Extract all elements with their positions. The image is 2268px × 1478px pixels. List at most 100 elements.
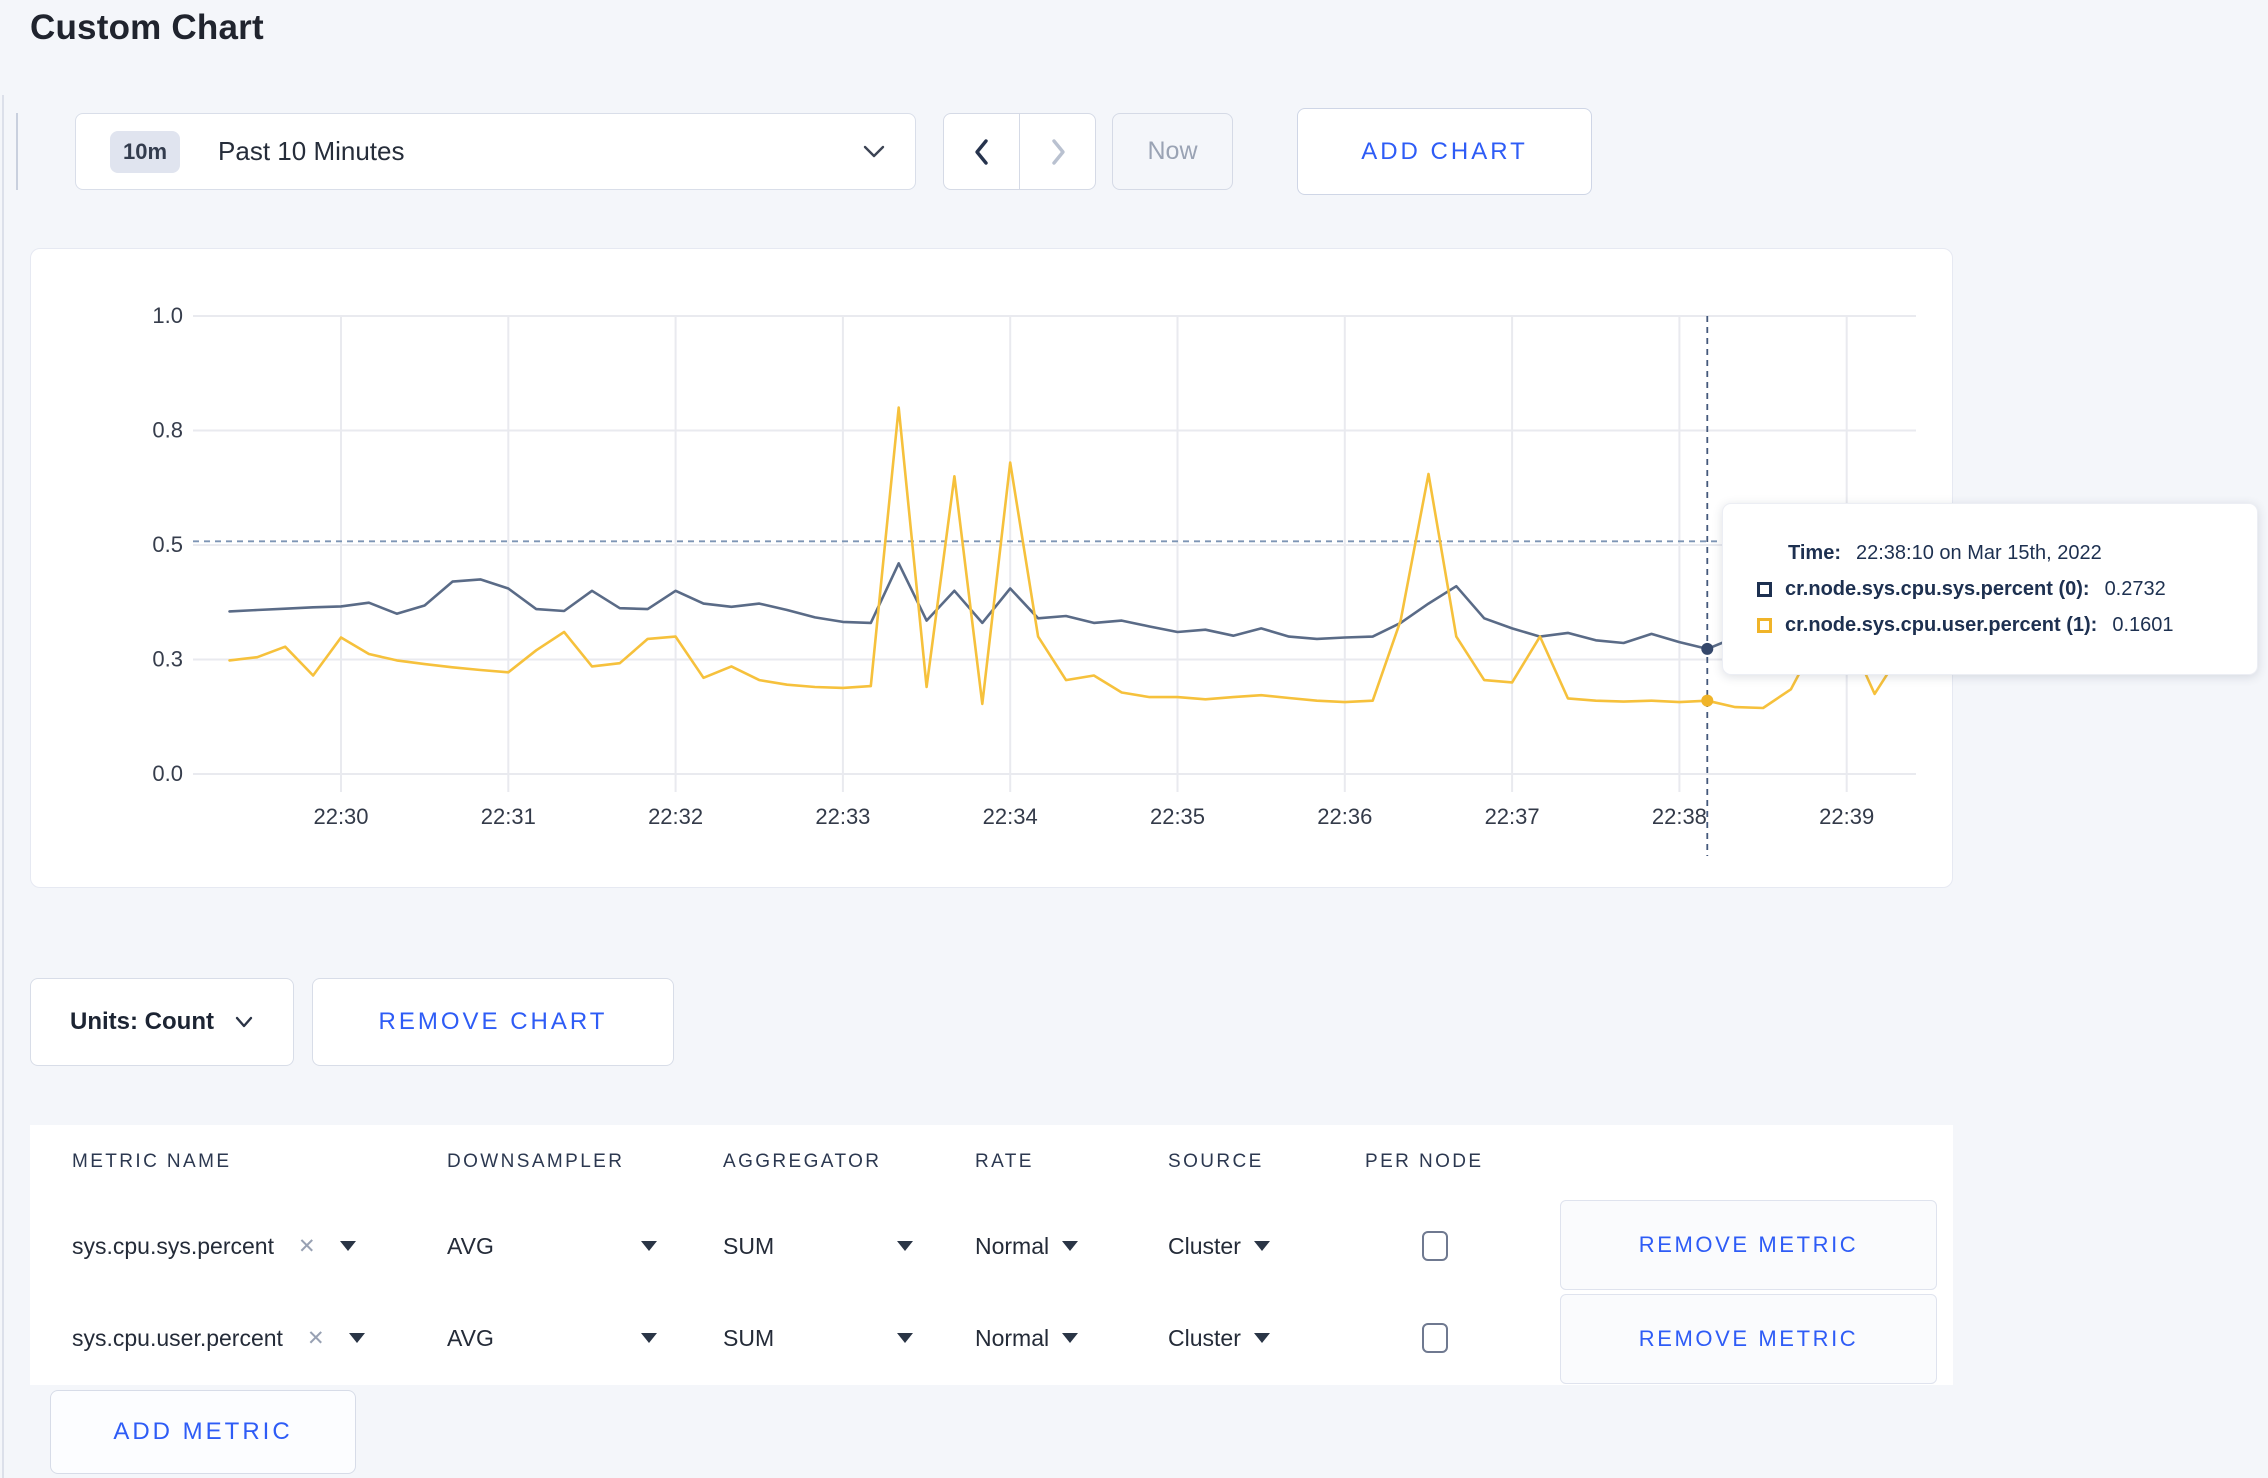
svg-text:22:33: 22:33 — [815, 804, 870, 829]
caret-down-icon — [1062, 1241, 1079, 1251]
chevron-left-icon — [974, 138, 988, 165]
chevron-down-icon — [235, 1016, 253, 1028]
metric-name-select[interactable]: sys.cpu.user.percent ✕ — [72, 1292, 365, 1384]
rate-value: Normal — [975, 1232, 1050, 1259]
svg-text:22:39: 22:39 — [1819, 804, 1874, 829]
clear-metric-icon[interactable]: ✕ — [307, 1326, 325, 1351]
aggregator-select[interactable]: SUM — [723, 1292, 913, 1384]
cpu-percent-line-chart[interactable]: 0.0 0.3 0.5 0.8 1.0 22:30 22:31 22:32 22:33 22:34… — [31, 249, 1953, 888]
remove-chart-label: REMOVE CHART — [378, 1008, 608, 1035]
clear-metric-icon[interactable]: ✕ — [298, 1234, 316, 1259]
units-select[interactable]: Units: Count — [30, 978, 294, 1066]
col-header-source: SOURCE — [1168, 1151, 1264, 1172]
svg-text:0.8: 0.8 — [152, 418, 183, 443]
add-chart-label: ADD CHART — [1361, 137, 1528, 165]
remove-chart-button[interactable]: REMOVE CHART — [312, 978, 674, 1066]
remove-metric-button[interactable]: REMOVE METRIC — [1560, 1200, 1937, 1290]
svg-text:22:36: 22:36 — [1317, 804, 1372, 829]
downsampler-value: AVG — [447, 1232, 494, 1259]
remove-metric-label: REMOVE METRIC — [1638, 1326, 1859, 1351]
metric-row: sys.cpu.user.percent ✕ AVG SUM Normal Cl… — [30, 1292, 1953, 1384]
col-header-rate: RATE — [975, 1151, 1034, 1172]
caret-down-icon — [339, 1241, 356, 1251]
units-select-label: Units: Count — [70, 1008, 214, 1035]
metrics-table: METRIC NAME DOWNSAMPLER AGGREGATOR RATE … — [30, 1125, 1953, 1385]
chevron-right-icon — [1051, 138, 1065, 165]
svg-text:22:30: 22:30 — [313, 804, 368, 829]
metric-row: sys.cpu.sys.percent ✕ AVG SUM Normal Clu… — [30, 1200, 1953, 1292]
per-node-checkbox[interactable] — [1422, 1323, 1448, 1353]
tooltip-series-row: cr.node.sys.cpu.sys.percent (0): 0.2732 — [1757, 578, 2223, 601]
rate-value: Normal — [975, 1324, 1050, 1351]
page-title: Custom Chart — [30, 8, 264, 47]
svg-text:22:37: 22:37 — [1485, 804, 1540, 829]
source-value: Cluster — [1168, 1324, 1241, 1351]
svg-text:0.0: 0.0 — [152, 761, 183, 786]
tooltip-swatch-0 — [1757, 581, 1772, 597]
per-node-cell — [1422, 1292, 1448, 1384]
time-range-label: Past 10 Minutes — [218, 136, 405, 166]
custom-chart-page: { "page": { "title": "Custom Chart" }, "… — [0, 0, 2268, 1478]
per-node-cell — [1422, 1200, 1448, 1292]
svg-text:0.3: 0.3 — [152, 647, 183, 672]
source-select[interactable]: Cluster — [1168, 1200, 1270, 1292]
svg-text:22:35: 22:35 — [1150, 804, 1205, 829]
caret-down-icon — [348, 1333, 365, 1343]
remove-metric-button[interactable]: REMOVE METRIC — [1560, 1294, 1937, 1384]
add-metric-label: ADD METRIC — [113, 1418, 293, 1445]
rate-select[interactable]: Normal — [975, 1200, 1079, 1292]
downsampler-select[interactable]: AVG — [447, 1200, 657, 1292]
tooltip-time-row: Time: 22:38:10 on Mar 15th, 2022 — [1788, 542, 2223, 565]
svg-text:0.5: 0.5 — [152, 532, 183, 557]
col-header-aggregator: AGGREGATOR — [723, 1151, 882, 1172]
aggregator-value: SUM — [723, 1232, 775, 1259]
downsampler-select[interactable]: AVG — [447, 1292, 657, 1384]
svg-text:22:34: 22:34 — [983, 804, 1038, 829]
tooltip-swatch-1 — [1757, 617, 1772, 633]
caret-down-icon — [1253, 1241, 1270, 1251]
metric-name-value: sys.cpu.user.percent — [72, 1324, 283, 1351]
svg-text:22:32: 22:32 — [648, 804, 703, 829]
time-pager — [943, 113, 1096, 190]
tooltip-time-label: Time: — [1788, 541, 1841, 564]
add-metric-button[interactable]: ADD METRIC — [50, 1390, 356, 1474]
caret-down-icon — [641, 1241, 657, 1251]
chevron-down-icon — [863, 145, 885, 157]
caret-down-icon — [897, 1333, 913, 1343]
source-value: Cluster — [1168, 1232, 1241, 1259]
tooltip-series-name: cr.node.sys.cpu.sys.percent (0): — [1785, 577, 2090, 600]
metric-name-select[interactable]: sys.cpu.sys.percent ✕ — [72, 1200, 356, 1292]
time-range-select[interactable]: 10m Past 10 Minutes — [75, 113, 916, 190]
svg-text:22:38: 22:38 — [1652, 804, 1707, 829]
caret-down-icon — [1253, 1333, 1270, 1343]
toolbar-left-divider — [16, 113, 18, 190]
chart-tooltip: Time: 22:38:10 on Mar 15th, 2022 cr.node… — [1722, 503, 2258, 675]
chart-card: 0.0 0.3 0.5 0.8 1.0 22:30 22:31 22:32 22:33 22:34… — [30, 248, 1953, 888]
prev-interval-button[interactable] — [944, 114, 1020, 189]
svg-text:1.0: 1.0 — [152, 303, 183, 328]
add-chart-button[interactable]: ADD CHART — [1297, 108, 1592, 195]
now-button[interactable]: Now — [1112, 113, 1233, 190]
next-interval-button[interactable] — [1020, 114, 1095, 189]
caret-down-icon — [1062, 1333, 1079, 1343]
tooltip-series-value: 0.2732 — [2104, 577, 2166, 600]
tooltip-time-value: 22:38:10 on Mar 15th, 2022 — [1855, 541, 2102, 564]
tooltip-series-value: 0.1601 — [2112, 613, 2174, 636]
tooltip-series-name: cr.node.sys.cpu.user.percent (1): — [1785, 613, 2098, 636]
source-select[interactable]: Cluster — [1168, 1292, 1270, 1384]
aggregator-value: SUM — [723, 1324, 775, 1351]
remove-metric-label: REMOVE METRIC — [1638, 1232, 1859, 1257]
col-header-downsampler: DOWNSAMPLER — [447, 1151, 625, 1172]
content-left-border — [2, 95, 4, 1478]
metric-name-value: sys.cpu.sys.percent — [72, 1232, 274, 1259]
metrics-table-header: METRIC NAME DOWNSAMPLER AGGREGATOR RATE … — [30, 1125, 1953, 1200]
downsampler-value: AVG — [447, 1324, 494, 1351]
aggregator-select[interactable]: SUM — [723, 1200, 913, 1292]
svg-text:22:31: 22:31 — [481, 804, 536, 829]
col-header-metric-name: METRIC NAME — [72, 1151, 232, 1172]
col-header-per-node: PER NODE — [1365, 1151, 1484, 1172]
time-range-badge: 10m — [110, 130, 181, 173]
rate-select[interactable]: Normal — [975, 1292, 1079, 1384]
caret-down-icon — [897, 1241, 913, 1251]
per-node-checkbox[interactable] — [1422, 1231, 1448, 1261]
